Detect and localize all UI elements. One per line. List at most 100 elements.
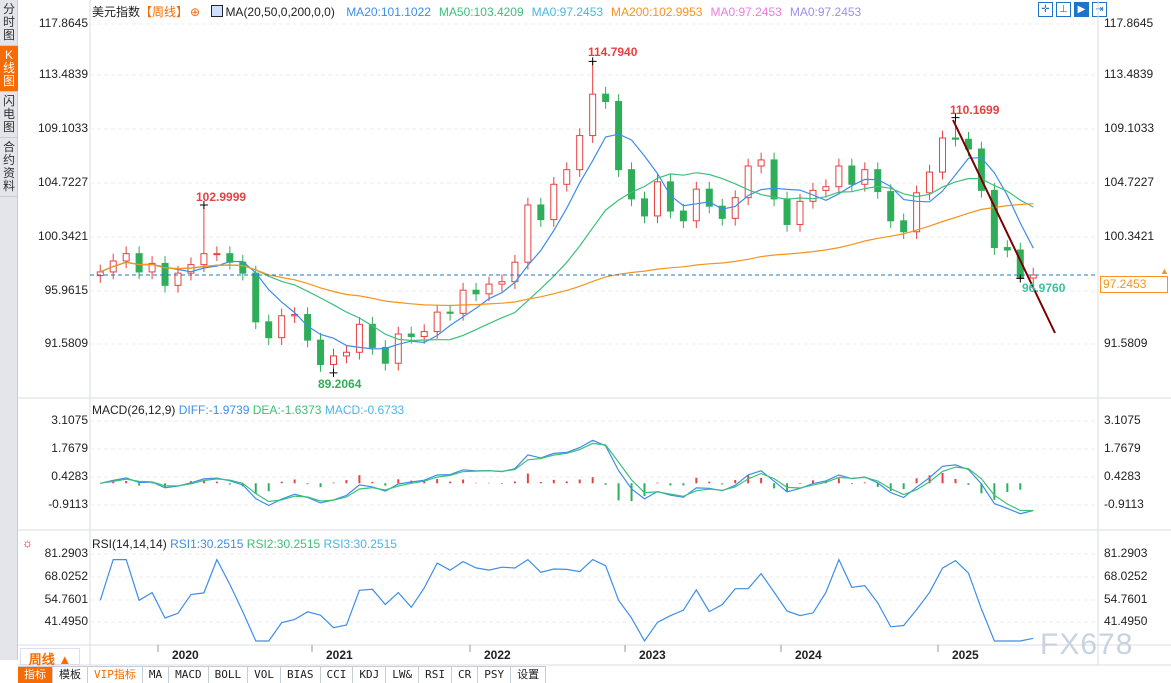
candle-body [420, 331, 428, 337]
candle-body [330, 355, 337, 365]
candle-body [770, 159, 778, 200]
macd-value: MACD:-0.6733 [324, 403, 405, 417]
candle-body [692, 188, 700, 222]
price-axis-tick-left: 109.1033 [37, 121, 88, 135]
candle-body [926, 171, 934, 194]
macd-axis-tick-right: 0.4283 [1104, 469, 1141, 483]
candle-body [1003, 247, 1011, 251]
rsi-title: RSI(14,14,14) [92, 537, 167, 551]
candle-body [602, 93, 610, 102]
rsi1: RSI1:30.2515 [170, 537, 244, 551]
rsi-axis-tick-left: 68.0252 [44, 569, 88, 583]
candle-body [317, 339, 325, 365]
period-button[interactable]: 周线 ▲ [20, 648, 80, 667]
price-axis-tick-left: 117.8645 [38, 16, 88, 30]
candle-body [563, 169, 571, 185]
macd-axis-tick-right: 3.1075 [1104, 413, 1141, 427]
macd-legend: MACD(26,12,9) DIFF:-1.9739 DEA:-1.6373 M… [92, 403, 404, 417]
candle-body [498, 281, 506, 285]
macd-axis-tick-left: 3.1075 [51, 413, 88, 427]
candle-body [200, 253, 208, 266]
candle-body [135, 253, 143, 273]
toolbar-macd-button[interactable]: MACD [169, 667, 209, 683]
candle-body [459, 289, 467, 314]
macd-axis-tick-right: 1.7679 [1104, 441, 1141, 455]
low-label-2025: 96.9760 [1022, 281, 1066, 295]
candle-body [900, 220, 908, 233]
candle-body [796, 200, 804, 225]
alert-icon[interactable]: ☼ [22, 536, 33, 550]
toolbar-vip-button[interactable]: VIP指标 [88, 667, 143, 683]
x-axis-year-label: 2023 [639, 648, 666, 662]
toolbar-templates-button[interactable]: 模板 [53, 667, 88, 683]
candle-body [485, 283, 493, 295]
macd-axis-tick-left: 0.4283 [51, 469, 88, 483]
toolbar-bias-button[interactable]: BIAS [281, 667, 321, 683]
price-axis-tick-right: 117.8645 [1104, 16, 1154, 30]
price-axis-tick-right: 109.1033 [1104, 121, 1155, 135]
price-axis-tick-left: 95.9615 [44, 283, 88, 297]
low-label-2021: 89.2064 [318, 377, 362, 391]
candle-body [252, 272, 260, 323]
candle-body [472, 289, 480, 295]
current-price-box: 97.2453 [1100, 276, 1168, 293]
rsi-axis-tick-right: 68.0252 [1104, 569, 1148, 583]
price-axis-tick-right: 100.3421 [1104, 229, 1155, 243]
high-label-2025: 110.1699 [950, 103, 1000, 117]
candle-body [913, 192, 921, 233]
indicator-toolbar: 指标 模板 VIP指标 MA MACD BOLL VOL BIAS CCI KDJ LW& RSI CR… [18, 666, 547, 683]
macd-axis-tick-left: -0.9113 [48, 497, 88, 511]
high-label-2020: 102.9999 [196, 190, 247, 204]
toolbar-psy-button[interactable]: PSY [478, 667, 512, 683]
toolbar-cci-button[interactable]: CCI [321, 667, 354, 683]
candle-body [653, 181, 661, 217]
candle-body [433, 311, 441, 333]
toolbar-ma-button[interactable]: MA [143, 667, 170, 683]
toolbar-boll-button[interactable]: BOLL [209, 667, 249, 683]
rsi-axis-tick-right: 41.4950 [1104, 614, 1148, 628]
candle-body [757, 159, 765, 167]
extreme-marker [329, 368, 338, 377]
rsi3: RSI3:30.2515 [323, 537, 397, 551]
candle-body [524, 204, 532, 263]
candle-body [278, 315, 286, 339]
candle-body [641, 198, 648, 217]
candle-body [537, 204, 545, 221]
toolbar-settings-button[interactable]: 设置 [511, 667, 547, 683]
price-axis-tick-left: 104.7227 [37, 175, 88, 189]
price-axis-tick-left: 91.5809 [44, 336, 88, 350]
candle-body [122, 253, 130, 262]
price-axis-tick-right: 91.5809 [1104, 336, 1148, 350]
rsi2: RSI2:30.2515 [246, 537, 321, 551]
candle-body [783, 198, 791, 225]
candle-body [990, 189, 998, 249]
macd-dea: DEA:-1.6373 [252, 403, 322, 417]
candle-body [744, 165, 752, 199]
candle-body [550, 183, 558, 221]
candle-body [848, 165, 856, 185]
rsi-axis-tick-right: 81.2903 [1104, 546, 1148, 560]
toolbar-indicators-button[interactable]: 指标 [18, 667, 53, 683]
x-axis-year-label: 2024 [795, 648, 822, 662]
candle-body [952, 137, 959, 140]
rsi-axis-tick-right: 54.7601 [1104, 592, 1148, 606]
toolbar-rsi-button[interactable]: RSI [419, 667, 452, 683]
price-up-arrow-icon: ▲ [1160, 266, 1169, 276]
macd-title: MACD(26,12,9) [92, 403, 176, 417]
price-axis-tick-left: 113.4839 [38, 67, 88, 81]
candle-body [628, 169, 636, 200]
toolbar-lw-button[interactable]: LW& [386, 667, 420, 683]
macd-diff: DIFF:-1.9739 [178, 403, 250, 417]
candle-body [407, 333, 415, 337]
candle-body [835, 165, 843, 188]
toolbar-vol-button[interactable]: VOL [248, 667, 281, 683]
x-axis-year-label: 2020 [172, 648, 199, 662]
rsi-legend: RSI(14,14,14) RSI1:30.2515 RSI2:30.2515 … [92, 537, 397, 551]
price-axis-tick-left: 100.3421 [37, 229, 88, 243]
toolbar-kdj-button[interactable]: KDJ [353, 667, 387, 683]
x-axis-year-label: 2021 [326, 648, 353, 662]
candle-body [576, 135, 584, 171]
toolbar-cr-button[interactable]: CR [452, 667, 479, 683]
price-axis-tick-right: 113.4839 [1104, 67, 1154, 81]
rsi-axis-tick-left: 41.4950 [44, 614, 88, 628]
